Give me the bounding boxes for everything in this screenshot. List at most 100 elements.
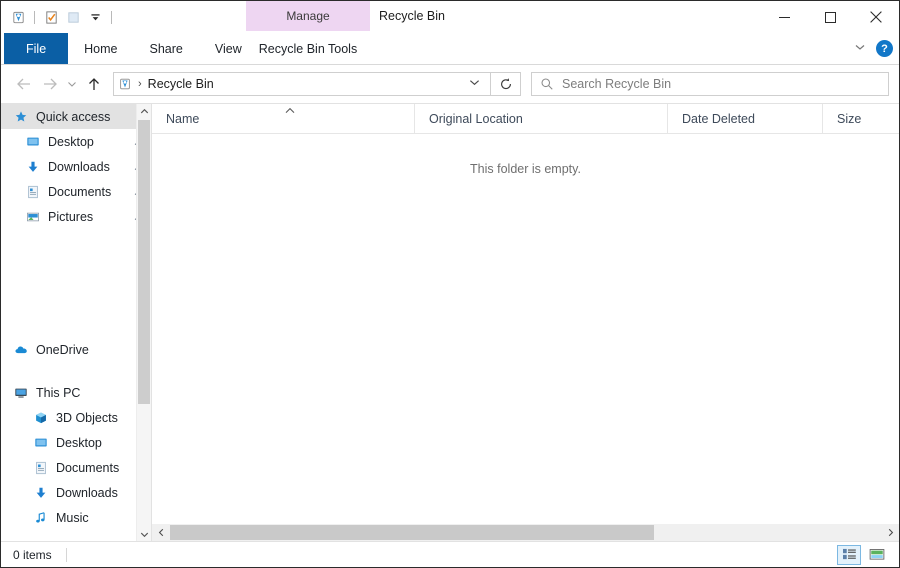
status-bar: 0 items — [1, 541, 899, 567]
file-list[interactable]: This folder is empty. — [152, 134, 899, 524]
recycle-bin-icon[interactable] — [9, 8, 27, 26]
scroll-right-icon[interactable] — [882, 524, 899, 541]
sidebar-item-label: Pictures — [48, 209, 94, 224]
documents-icon — [23, 185, 43, 199]
sidebar-item-downloads-qa[interactable]: Downloads — [1, 154, 151, 179]
window-controls — [761, 1, 899, 33]
help-icon[interactable]: ? — [876, 40, 893, 57]
desktop-icon — [23, 135, 43, 149]
address-bar-row: › Recycle Bin Search Recycle Bin — [1, 65, 899, 103]
download-icon — [31, 486, 51, 500]
sidebar-item-music[interactable]: Music — [1, 505, 151, 530]
sidebar-item-label: Downloads — [56, 485, 118, 500]
sidebar-item-label: Desktop — [48, 134, 94, 149]
search-icon — [532, 77, 562, 91]
sidebar-item-label: Desktop — [56, 435, 102, 450]
properties-icon[interactable] — [42, 8, 60, 26]
sort-ascending-icon — [285, 106, 295, 116]
sidebar-item-pictures-qa[interactable]: Pictures — [1, 204, 151, 229]
address-recycle-bin-icon — [114, 77, 136, 91]
close-button[interactable] — [853, 1, 899, 33]
tab-file[interactable]: File — [4, 33, 69, 64]
scroll-up-icon[interactable] — [137, 104, 151, 118]
column-header-date-deleted[interactable]: Date Deleted — [667, 104, 822, 133]
breadcrumb-separator: › — [138, 78, 142, 90]
sidebar-item-label: Music — [56, 510, 89, 525]
tab-share[interactable]: Share — [134, 33, 199, 64]
sidebar-item-label: 3D Objects — [56, 410, 118, 425]
pictures-icon — [23, 210, 43, 224]
sidebar-item-label: Quick access — [36, 109, 111, 124]
monitor-icon — [11, 386, 31, 400]
sidebar-item-quick-access[interactable]: Quick access — [1, 104, 151, 129]
column-header-size[interactable]: Size — [822, 104, 899, 133]
sidebar-item-this-pc[interactable]: This PC — [1, 380, 151, 405]
view-toggle-group — [837, 544, 899, 565]
scrollbar-thumb[interactable] — [138, 120, 150, 404]
maximize-button[interactable] — [807, 1, 853, 33]
new-folder-icon[interactable] — [64, 8, 82, 26]
quick-access-toolbar — [1, 1, 115, 33]
sidebar-item-documents-qa[interactable]: Documents — [1, 179, 151, 204]
empty-folder-message: This folder is empty. — [470, 162, 581, 176]
refresh-button[interactable] — [491, 72, 521, 96]
chevron-down-icon[interactable] — [854, 41, 866, 56]
documents-icon — [31, 461, 51, 475]
desktop-icon — [31, 436, 51, 450]
horizontal-scrollbar[interactable] — [152, 524, 899, 541]
sidebar-item-desktop-qa[interactable]: Desktop — [1, 129, 151, 154]
up-button[interactable] — [81, 71, 107, 97]
window-title: Recycle Bin — [379, 9, 445, 23]
sidebar-item-label: Documents — [48, 184, 112, 199]
tab-recycle-bin-tools[interactable]: Recycle Bin Tools — [246, 33, 370, 64]
status-divider — [65, 547, 67, 562]
sidebar-item-3d-objects[interactable]: 3D Objects — [1, 405, 151, 430]
column-header-original-location[interactable]: Original Location — [414, 104, 667, 133]
ribbon-tab-strip: File Home Share View Recycle Bin Tools ? — [1, 33, 899, 65]
scroll-left-icon[interactable] — [152, 528, 169, 537]
sidebar-item-downloads-pc[interactable]: Downloads — [1, 480, 151, 505]
file-list-pane: Name Original Location Date Deleted Size… — [151, 104, 899, 541]
explorer-body: Quick access Desktop Downloads Documents… — [1, 103, 899, 541]
address-bar[interactable]: › Recycle Bin — [113, 72, 491, 96]
customize-dropdown-icon[interactable] — [86, 8, 104, 26]
sidebar-item-onedrive[interactable]: OneDrive — [1, 337, 151, 362]
back-button[interactable] — [11, 71, 37, 97]
sidebar-item-desktop-pc[interactable]: Desktop — [1, 430, 151, 455]
download-icon — [23, 160, 43, 174]
minimize-button[interactable] — [761, 1, 807, 33]
sidebar-item-label: OneDrive — [36, 342, 89, 357]
search-input[interactable]: Search Recycle Bin — [562, 77, 671, 91]
cloud-icon — [11, 342, 31, 357]
sidebar-item-label: Documents — [56, 460, 120, 475]
column-header-name[interactable]: Name — [152, 104, 414, 133]
sidebar-item-label: Downloads — [48, 159, 110, 174]
tab-home[interactable]: Home — [68, 33, 133, 64]
details-view-button[interactable] — [837, 544, 861, 565]
column-label: Name — [166, 111, 200, 126]
sidebar-item-label: This PC — [36, 385, 81, 400]
music-icon — [31, 511, 51, 525]
search-box[interactable]: Search Recycle Bin — [531, 72, 889, 96]
title-bar: Manage Recycle Bin — [1, 1, 899, 33]
address-chevron-down-icon[interactable] — [459, 77, 490, 91]
column-headers: Name Original Location Date Deleted Size — [152, 104, 899, 134]
scrollbar-thumb[interactable] — [170, 525, 654, 540]
recent-locations-button[interactable] — [63, 71, 81, 97]
large-icons-view-button[interactable] — [865, 545, 889, 565]
file-explorer-window: Manage Recycle Bin File Home Share View … — [0, 0, 900, 568]
toolbar-divider — [34, 10, 35, 24]
sidebar-item-documents-pc[interactable]: Documents — [1, 455, 151, 480]
forward-button[interactable] — [37, 71, 63, 97]
sidebar-vertical-scrollbar[interactable] — [136, 104, 151, 541]
item-count: 0 items — [13, 547, 52, 562]
scroll-down-icon[interactable] — [137, 527, 151, 541]
toolbar-divider-2 — [111, 10, 112, 24]
breadcrumb-path[interactable]: Recycle Bin — [148, 77, 214, 91]
ribbon-right-controls: ? — [854, 33, 893, 64]
contextual-tab-header: Manage — [246, 1, 370, 31]
star-icon — [11, 110, 31, 124]
navigation-pane: Quick access Desktop Downloads Documents… — [1, 104, 151, 541]
